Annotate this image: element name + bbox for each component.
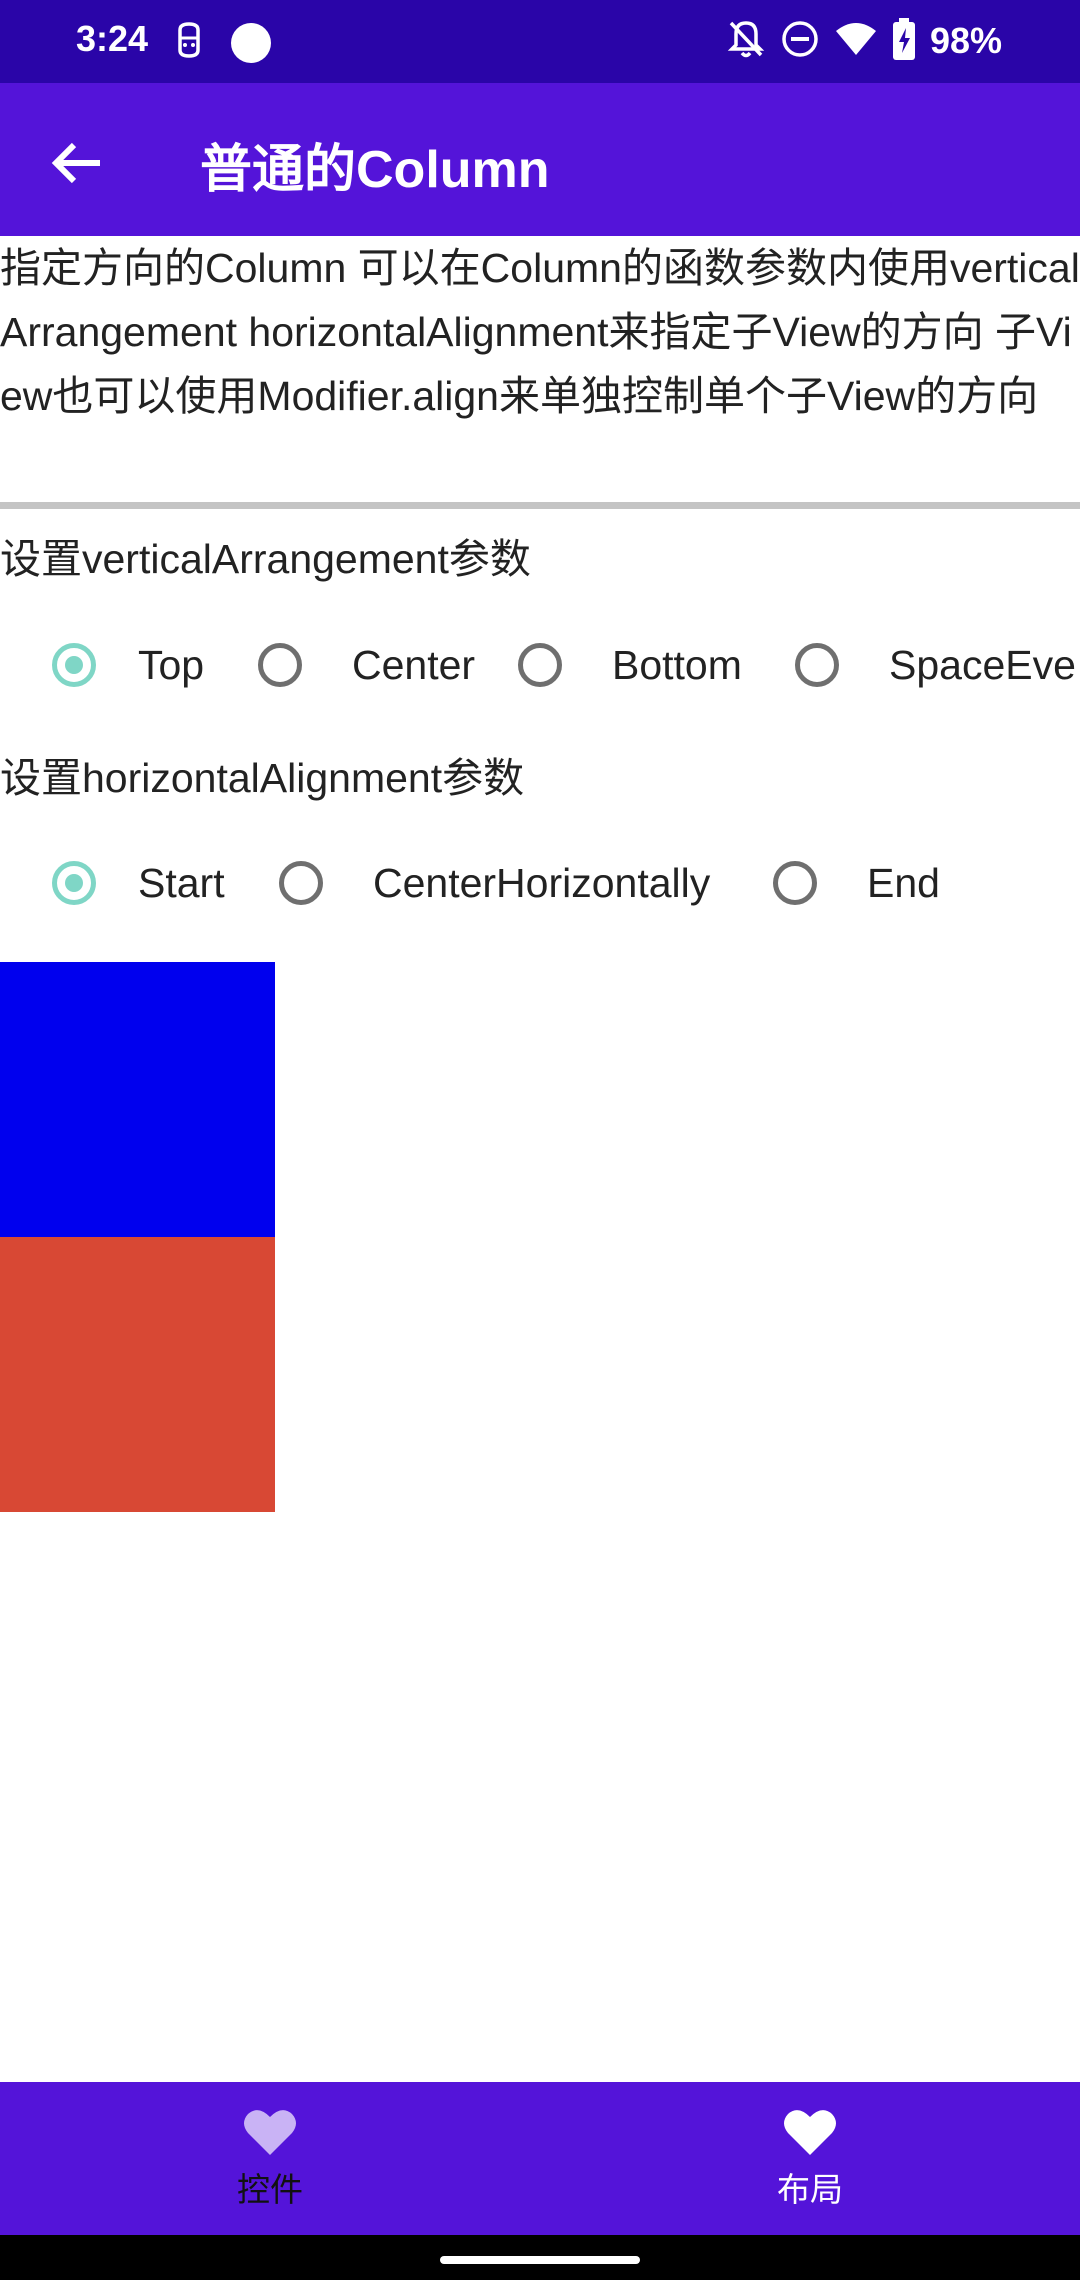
circle-notification-icon — [230, 22, 272, 68]
radio-label: Center — [352, 641, 476, 688]
radio-button[interactable] — [258, 643, 302, 687]
radio-label: Top — [138, 641, 205, 688]
radio-button[interactable] — [518, 643, 562, 687]
wifi-icon — [834, 21, 878, 61]
radio-label: SpaceEve — [889, 641, 1076, 688]
radio-option-start[interactable]: Start — [52, 838, 225, 928]
radio-label: Bottom — [612, 641, 742, 688]
radio-label: End — [867, 859, 940, 906]
vertical-arrangement-label: 设置verticalArrangement参数 — [0, 536, 531, 582]
bottom-navigation: 控件 布局 — [0, 2082, 1080, 2235]
nav-label: 控件 — [237, 2169, 303, 2209]
radio-label: Start — [138, 859, 225, 906]
radio-option-end[interactable]: End — [773, 838, 940, 928]
radio-label: CenterHorizontally — [373, 859, 711, 906]
radio-option-top[interactable]: Top — [52, 620, 204, 710]
radio-button[interactable] — [773, 861, 817, 905]
radio-button[interactable] — [795, 643, 839, 687]
radio-option-center-horizontally[interactable]: CenterHorizontally — [279, 838, 710, 928]
heart-icon — [242, 2107, 298, 2161]
radio-button-selected[interactable] — [52, 643, 96, 687]
divider — [0, 502, 1080, 509]
blue-box — [0, 962, 275, 1237]
vertical-arrangement-radio-group: Top Center Bottom SpaceEve — [0, 620, 1080, 710]
bell-off-icon — [726, 18, 766, 64]
radio-button[interactable] — [279, 861, 323, 905]
battery-charging-icon — [892, 18, 916, 64]
gesture-handle[interactable] — [440, 2256, 640, 2264]
horizontal-alignment-label: 设置horizontalAlignment参数 — [0, 755, 525, 801]
nav-item-layout[interactable]: 布局 — [540, 2082, 1080, 2235]
status-bar: 3:24 98% — [0, 0, 1080, 83]
radio-option-bottom[interactable]: Bottom — [518, 620, 742, 710]
face-notification-icon — [172, 20, 206, 64]
app-bar: 普通的Column — [0, 83, 1080, 236]
radio-button-selected[interactable] — [52, 861, 96, 905]
nav-item-controls[interactable]: 控件 — [0, 2082, 540, 2235]
radio-option-center[interactable]: Center — [258, 620, 475, 710]
back-button[interactable] — [36, 123, 116, 203]
radio-option-space-evenly[interactable]: SpaceEve — [795, 620, 1076, 710]
horizontal-alignment-radio-group: Start CenterHorizontally End — [0, 838, 1080, 928]
battery-percentage: 98% — [929, 20, 1002, 61]
arrow-back-icon — [36, 142, 116, 207]
do-not-disturb-icon — [780, 19, 820, 63]
red-box — [0, 1237, 275, 1512]
status-icons: 98% — [726, 18, 1002, 64]
gesture-navigation-bar — [0, 2235, 1080, 2280]
description-text: 指定方向的Column 可以在Column的函数参数内使用verticalArr… — [0, 245, 1080, 419]
status-time: 3:24 — [76, 18, 149, 59]
nav-label: 布局 — [777, 2169, 843, 2209]
heart-icon — [782, 2107, 838, 2161]
page-title: 普通的Column — [200, 141, 550, 199]
